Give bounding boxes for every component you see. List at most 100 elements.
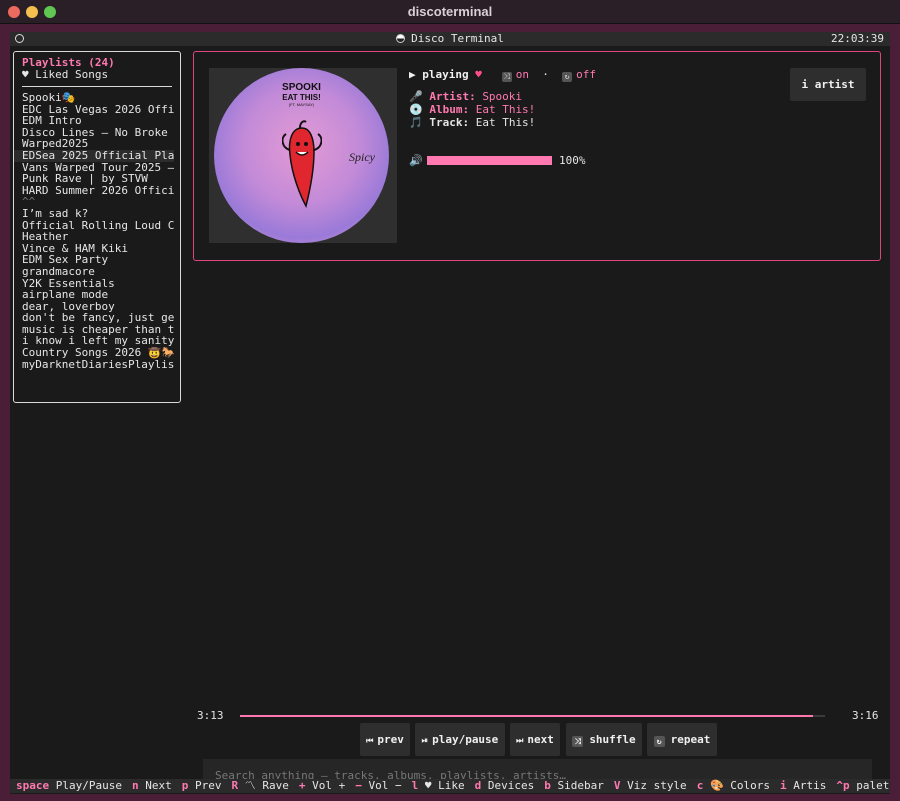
volume-fill <box>427 156 552 165</box>
next-icon: ⏭ <box>516 736 524 745</box>
terminal-inner: Disco Terminal 22:03:39 Playlists (24) ♥… <box>10 32 890 794</box>
cover-feature: (FT. MAYSAY) <box>288 102 315 107</box>
microphone-icon: 🎤 <box>409 90 423 103</box>
playlist-item[interactable]: Vans Warped Tour 2025 – <box>22 162 174 174</box>
track-info: ▶ playing ♥ ⤨ on · ↻ off 🎤 Artist: Spooki … <box>409 68 809 167</box>
playlist-item[interactable]: HARD Summer 2026 Officia <box>22 185 174 197</box>
playlist-item[interactable]: dear, loverboy <box>22 301 174 313</box>
app-title-text: Disco Terminal <box>411 32 504 45</box>
keybind-desc: Vol − <box>368 779 402 792</box>
shuffle-button-icon: ⤨ <box>572 736 584 747</box>
repeat-label: repeat <box>670 733 711 746</box>
playlist-item[interactable]: Y2K Essentials <box>22 278 174 290</box>
keybind-desc: Sidebar <box>557 779 604 792</box>
album-art: SPOOKI EAT THIS! (FT. MAYSAY) Spicy <box>209 68 397 243</box>
playback-status-line: ▶ playing ♥ ⤨ on · ↻ off <box>409 68 809 82</box>
keybind-desc: Artis <box>793 779 827 792</box>
keybind-key: c <box>696 779 704 792</box>
keybind-desc: palette <box>856 779 890 792</box>
progress-fill <box>240 715 814 717</box>
keybind-key: ^p <box>836 779 850 792</box>
play-pause-label: play/pause <box>432 733 499 746</box>
playlist-item[interactable]: Spooki🎭 <box>22 92 174 104</box>
keybind-key: d <box>474 779 482 792</box>
keybind-key: l <box>411 779 419 792</box>
album-line: 💿 Album: Eat This! <box>409 103 809 116</box>
header-clock: 22:03:39 <box>831 32 884 45</box>
repeat-button[interactable]: ↻ repeat <box>647 723 717 756</box>
keybind-key: V <box>613 779 621 792</box>
sidebar-divider <box>22 86 172 87</box>
keybind-key: b <box>544 779 551 792</box>
playlist-item[interactable]: Warped2025 <box>22 138 174 150</box>
terminal-frame: Disco Terminal 22:03:39 Playlists (24) ♥… <box>0 24 900 801</box>
playlist-item[interactable]: grandmacore <box>22 266 174 278</box>
playlist-item[interactable]: don't be fancy, just get <box>22 312 174 324</box>
volume-bar[interactable] <box>427 156 552 165</box>
music-note-icon: 🎵 <box>409 116 423 129</box>
track-name: Eat This! <box>475 116 536 129</box>
progress-bar[interactable] <box>240 715 825 717</box>
total-time: 3:16 <box>852 709 879 722</box>
keybind-desc: Devices <box>487 779 535 792</box>
disc-icon <box>396 34 406 43</box>
playlist-item[interactable]: Punk Rave | by STVW <box>22 173 174 185</box>
window-titlebar: discoterminal <box>0 0 900 24</box>
keybind-desc: ♥ Like <box>424 779 465 792</box>
playlist-item[interactable]: i know i left my sanity <box>22 335 174 347</box>
prev-icon: ⏮ <box>366 736 374 745</box>
cover-title: EAT THIS! <box>282 93 321 102</box>
keybind-key: p <box>181 779 189 792</box>
album-label: Album: <box>429 103 470 116</box>
app-header: Disco Terminal 22:03:39 <box>10 32 890 46</box>
playlist-item[interactable]: Official Rolling Loud Ca <box>22 220 174 232</box>
keybind-desc: Next <box>145 779 172 792</box>
artist-name[interactable]: Spooki <box>482 90 522 103</box>
play-pause-button[interactable]: ⏯ play/pause <box>415 723 505 756</box>
playlist-item[interactable]: Disco Lines – No Broke B <box>22 127 174 139</box>
playlist-item[interactable]: ^^ <box>22 196 174 208</box>
playlist-item[interactable]: Heather <box>22 231 174 243</box>
chili-pepper-icon <box>282 120 322 209</box>
playing-state: ▶ playing <box>409 68 469 81</box>
liked-songs-item[interactable]: ♥ Liked Songs <box>22 69 180 81</box>
liked-heart-icon[interactable]: ♥ <box>475 68 482 81</box>
keybind-key: − <box>355 779 362 792</box>
disc-album-icon: 💿 <box>409 103 423 116</box>
playlist-item[interactable]: music is cheaper than th <box>22 324 174 336</box>
next-label: next <box>527 733 554 746</box>
playlist-item[interactable]: EDM Sex Party <box>22 254 174 266</box>
playlist-item[interactable]: EDC Las Vegas 2026 Offic <box>22 104 174 116</box>
cover-artist: SPOOKI <box>282 82 321 93</box>
next-button[interactable]: ⏭ next <box>510 723 560 756</box>
keybind-key: n <box>131 779 139 792</box>
playlist-item[interactable]: Country Songs 2026 🤠🐎 <box>22 347 174 359</box>
keybind-desc: Viz style <box>627 779 687 792</box>
playlist-item[interactable]: I’m sad k? <box>22 208 174 220</box>
playlist-list: Spooki🎭 EDC Las Vegas 2026 Offic EDM Intro… <box>14 92 180 371</box>
playlist-item[interactable]: Vince & HAM Kiki <box>22 243 174 255</box>
shuffle-label: shuffle <box>589 733 636 746</box>
repeat-icon: ↻ <box>562 72 573 82</box>
prev-button[interactable]: ⏮ prev <box>360 723 410 756</box>
artist-button[interactable]: i artist <box>790 68 866 101</box>
album-name[interactable]: Eat This! <box>476 103 536 116</box>
keybind-desc: 〽 Rave <box>244 779 289 792</box>
playlist-item[interactable]: EDM Intro <box>22 115 174 127</box>
keybind-key: i <box>780 779 787 792</box>
repeat-state: off <box>576 68 596 81</box>
track-line: 🎵 Track: Eat This! <box>409 116 809 129</box>
shuffle-button[interactable]: ⤨ shuffle <box>566 723 642 756</box>
current-time: 3:13 <box>197 709 224 722</box>
keybind-desc: Vol + <box>312 779 346 792</box>
playlist-item[interactable]: EDSea 2025 Official Play <box>14 149 174 162</box>
window-title: discoterminal <box>407 4 493 19</box>
repeat-button-icon: ↻ <box>653 736 665 747</box>
playlist-item[interactable]: myDarknetDiariesPlaylist <box>22 359 174 371</box>
cover-text: SPOOKI EAT THIS! (FT. MAYSAY) <box>214 82 389 107</box>
keybind-desc: Play/Pause <box>55 779 122 792</box>
playlist-sidebar: Playlists (24) ♥ Liked Songs Spooki🎭 EDC … <box>13 51 181 403</box>
play-pause-icon: ⏯ <box>421 736 429 745</box>
prev-label: prev <box>377 733 404 746</box>
playlist-item[interactable]: airplane mode <box>22 289 174 301</box>
